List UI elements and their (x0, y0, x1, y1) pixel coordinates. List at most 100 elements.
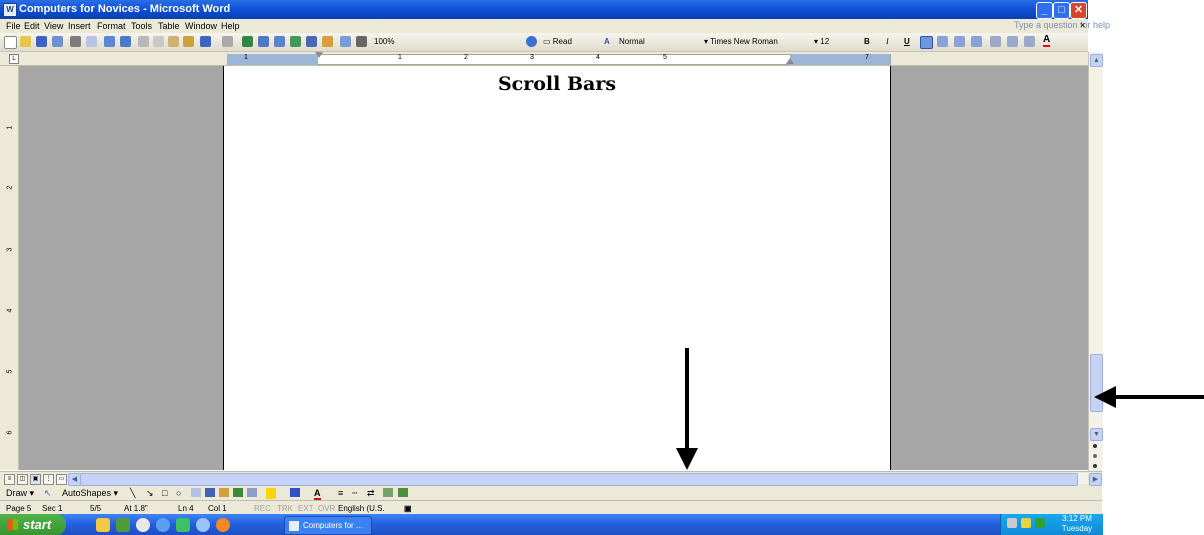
diagram-icon[interactable] (219, 488, 229, 497)
minimize-button[interactable]: _ (1036, 2, 1053, 19)
menu-help[interactable]: Help (221, 21, 240, 31)
quicklaunch-excel-icon[interactable] (116, 518, 130, 532)
help-icon[interactable] (526, 36, 537, 47)
new-icon[interactable] (4, 36, 17, 49)
hyperlink-icon[interactable] (242, 36, 253, 47)
document-page[interactable]: Scroll Bars (223, 66, 891, 470)
previous-page-icon[interactable] (1093, 444, 1097, 448)
select-objects-icon[interactable]: ↖ (44, 488, 52, 499)
redo-icon[interactable] (222, 36, 233, 47)
align-right-icon[interactable] (954, 36, 965, 47)
select-browse-object-icon[interactable] (1093, 454, 1097, 458)
line-color-icon[interactable] (290, 488, 300, 497)
right-indent-marker[interactable] (786, 58, 794, 64)
menu-file[interactable]: File (6, 21, 21, 31)
columns-icon[interactable] (306, 36, 317, 47)
menu-edit[interactable]: Edit (24, 21, 40, 31)
numbering-icon[interactable] (1007, 36, 1018, 47)
read-button[interactable]: ▭ Read (543, 37, 572, 46)
fill-color-icon[interactable] (266, 488, 276, 499)
scroll-right-arrow-icon[interactable]: ▶ (1089, 473, 1102, 486)
spelling-icon[interactable] (104, 36, 115, 47)
tab-selector[interactable]: L (9, 54, 19, 64)
drawing-icon[interactable] (322, 36, 333, 47)
print-preview-icon[interactable] (86, 36, 97, 47)
status-trk[interactable]: TRK (277, 504, 293, 513)
print-icon[interactable] (70, 36, 81, 47)
next-page-icon[interactable] (1093, 464, 1097, 468)
font-size-select[interactable]: ▾ 12 (814, 37, 829, 46)
status-rec[interactable]: REC (254, 504, 271, 513)
tables-borders-icon[interactable] (258, 36, 269, 47)
insert-excel-icon[interactable] (290, 36, 301, 47)
safely-remove-icon[interactable] (1021, 518, 1031, 528)
horizontal-ruler[interactable]: L 1 1 2 3 4 5 7 (0, 52, 1088, 66)
security-icon[interactable] (1035, 518, 1045, 528)
wordart-icon[interactable] (205, 488, 215, 497)
textbox-icon[interactable] (191, 488, 201, 497)
undo-icon[interactable] (200, 36, 211, 47)
title-bar[interactable]: W Computers for Novices - Microsoft Word… (0, 0, 1088, 19)
picture-icon[interactable] (247, 488, 257, 497)
quicklaunch-media-icon[interactable] (136, 518, 150, 532)
clipart-icon[interactable] (233, 488, 243, 497)
web-view-icon[interactable]: ◫ (17, 474, 28, 485)
first-line-indent-marker[interactable] (315, 52, 323, 58)
print-layout-icon[interactable]: ▣ (30, 474, 41, 485)
menu-insert[interactable]: Insert (68, 21, 91, 31)
line-spacing-icon[interactable] (990, 36, 1001, 47)
italic-button[interactable]: I (886, 37, 889, 46)
oval-icon[interactable]: ○ (176, 488, 181, 498)
dash-style-icon[interactable]: ┅ (352, 488, 357, 499)
autoshapes-menu[interactable]: AutoShapes ▾ (62, 488, 118, 499)
network-icon[interactable] (1007, 518, 1017, 528)
quicklaunch-ie-icon[interactable] (156, 518, 170, 532)
scroll-down-arrow-icon[interactable]: ▼ (1090, 428, 1103, 441)
status-ovr[interactable]: OVR (318, 504, 335, 513)
spelling-status-icon[interactable]: ▣ (404, 504, 412, 513)
3d-icon[interactable] (398, 488, 408, 497)
align-center-icon[interactable] (937, 36, 948, 47)
quicklaunch-desktop-icon[interactable] (196, 518, 210, 532)
menu-table[interactable]: Table (158, 21, 180, 31)
maximize-button[interactable]: □ (1053, 2, 1070, 19)
horizontal-scroll-thumb[interactable] (80, 473, 1078, 486)
menu-format[interactable]: Format (97, 21, 126, 31)
word-app-icon[interactable]: W (3, 3, 17, 17)
zoom-select[interactable]: 100% (374, 37, 394, 46)
document-map-icon[interactable] (340, 36, 351, 47)
status-ext[interactable]: EXT (298, 504, 314, 513)
paste-icon[interactable] (168, 36, 179, 47)
font-select[interactable]: ▾ Times New Roman (704, 37, 778, 46)
indent-icon[interactable] (1024, 36, 1035, 47)
drawbar-font-color-icon[interactable]: A (314, 488, 321, 500)
cut-icon[interactable] (138, 36, 149, 47)
normal-view-icon[interactable]: ≡ (4, 474, 15, 485)
justify-icon[interactable] (971, 36, 982, 47)
permission-icon[interactable] (52, 36, 63, 47)
show-hide-icon[interactable] (356, 36, 367, 47)
save-icon[interactable] (36, 36, 47, 47)
line-icon[interactable]: ╲ (130, 488, 135, 499)
research-icon[interactable] (120, 36, 131, 47)
shadow-icon[interactable] (383, 488, 393, 497)
taskbar-word-item[interactable]: Computers for ... (284, 516, 372, 535)
arrow-icon[interactable]: ↘ (146, 488, 154, 499)
format-painter-icon[interactable] (183, 36, 194, 47)
bold-button[interactable]: B (864, 37, 870, 46)
underline-button[interactable]: U (904, 37, 910, 46)
quicklaunch-shortcut-icon[interactable] (176, 518, 190, 532)
vertical-scrollbar[interactable]: ▲ ▼ (1088, 52, 1103, 472)
vertical-ruler[interactable]: 1 2 3 4 5 6 (0, 66, 19, 470)
quicklaunch-folder-icon[interactable] (96, 518, 110, 532)
font-color-button[interactable]: A (1043, 34, 1051, 47)
outline-view-icon[interactable]: ⋮ (43, 474, 54, 485)
menu-view[interactable]: View (44, 21, 63, 31)
close-document-icon[interactable]: × (1080, 20, 1085, 30)
start-button[interactable]: start (0, 514, 66, 535)
rectangle-icon[interactable]: □ (162, 488, 167, 498)
style-select[interactable]: Normal (619, 37, 645, 46)
help-question-box[interactable]: Type a question for help (1014, 20, 1110, 30)
clock[interactable]: 3:12 PM Tuesday (1055, 514, 1099, 534)
arrow-style-icon[interactable]: ⇄ (367, 488, 375, 499)
